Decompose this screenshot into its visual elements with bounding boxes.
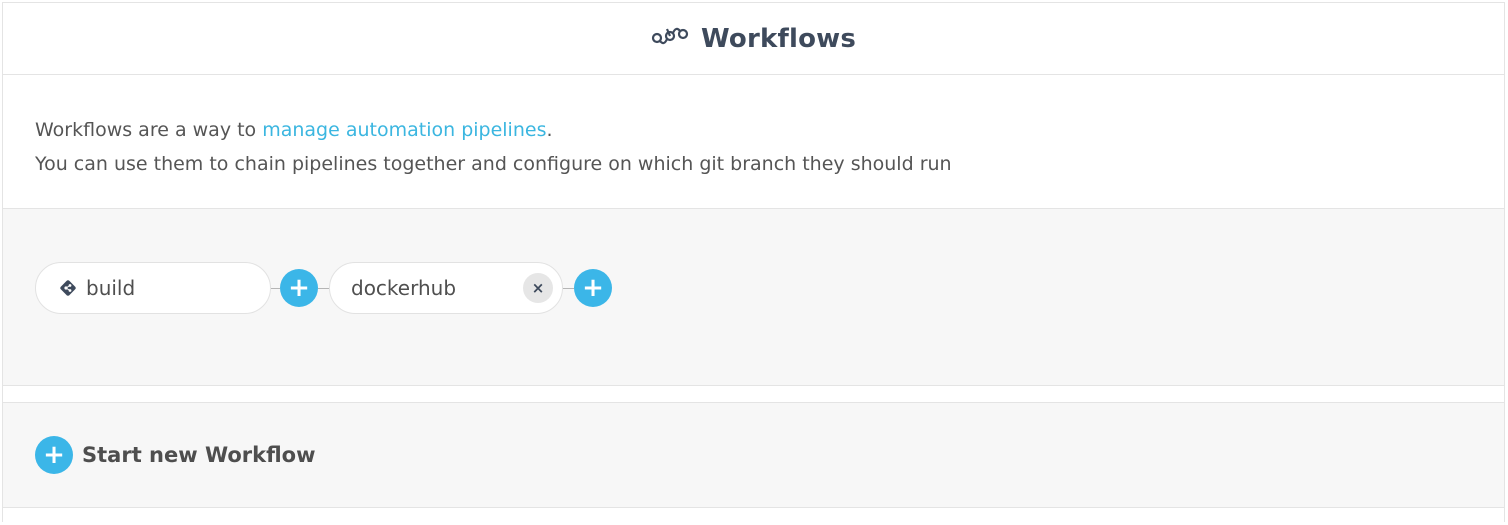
header-inner: Workflows — [651, 24, 856, 54]
git-icon — [58, 278, 78, 298]
description-suffix: . — [546, 119, 553, 141]
workflow-step-build[interactable]: build — [35, 262, 271, 314]
section-divider — [3, 386, 1504, 403]
add-step-button[interactable]: + — [280, 269, 318, 307]
connector-line — [271, 288, 280, 289]
add-step-button[interactable]: + — [574, 269, 612, 307]
close-icon: × — [531, 279, 545, 297]
remove-step-button[interactable]: × — [523, 273, 553, 303]
start-workflow-section: + Start new Workflow — [3, 403, 1504, 508]
workflow-icon — [651, 24, 691, 54]
workflows-panel: Workflows Workflows are a way to manage … — [2, 2, 1505, 523]
workflow-chain: build + dockerhub × + — [3, 209, 1504, 386]
plus-icon: + — [43, 440, 65, 470]
plus-icon: + — [582, 273, 604, 303]
description-prefix: Workflows are a way to — [35, 119, 263, 141]
plus-icon: + — [288, 273, 310, 303]
workflows-description: Workflows are a way to manage automation… — [3, 75, 1504, 209]
add-workflow-icon: + — [35, 436, 73, 474]
start-new-workflow-label: Start new Workflow — [82, 443, 316, 467]
bottom-spacer — [3, 508, 1504, 523]
manage-pipelines-link[interactable]: manage automation pipelines — [262, 119, 546, 141]
page-title: Workflows — [700, 23, 857, 54]
connector-line — [318, 288, 329, 289]
start-new-workflow-button[interactable]: + Start new Workflow — [35, 436, 316, 474]
step-label: dockerhub — [351, 276, 457, 300]
header: Workflows — [3, 3, 1504, 75]
connector-line — [563, 288, 574, 289]
step-label: build — [86, 276, 136, 300]
description-line-1: Workflows are a way to manage automation… — [35, 113, 1504, 147]
description-line-2: You can use them to chain pipelines toge… — [35, 153, 952, 175]
